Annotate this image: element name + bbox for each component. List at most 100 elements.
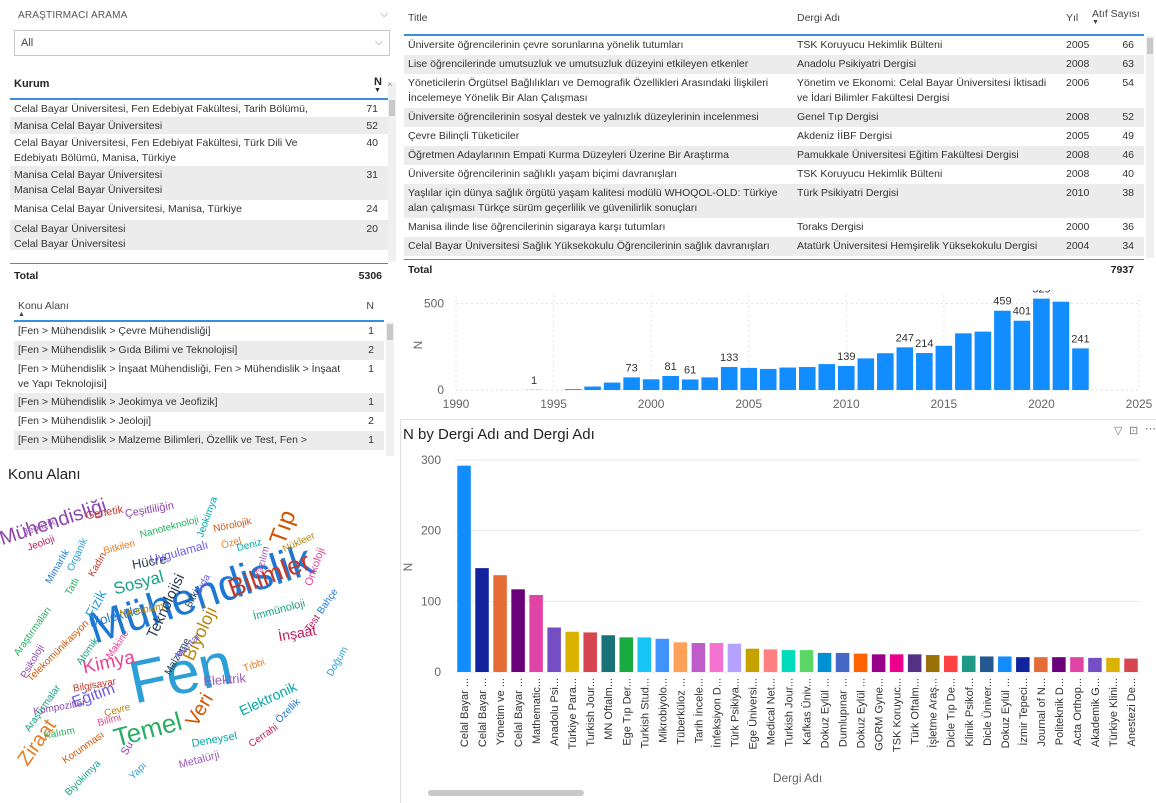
journal-bar[interactable] <box>475 568 489 672</box>
journal-bar[interactable] <box>655 638 670 672</box>
collapse-chevron-icon[interactable]: ⌵ <box>380 8 388 21</box>
journal-bar[interactable] <box>619 637 634 672</box>
konu-row[interactable]: [Fen > Mühendislik > Gıda Bilimi ve Tekn… <box>14 341 384 360</box>
kurum-row[interactable]: Manisa Celal Bayar Üniversitesi Manisa C… <box>10 166 388 200</box>
year-bar[interactable] <box>701 377 718 390</box>
journal-bar[interactable] <box>601 635 615 672</box>
year-bar[interactable] <box>662 376 679 390</box>
year-bar[interactable] <box>642 379 660 390</box>
article-row[interactable]: Üniversite öğrencilerinin çevre sorunlar… <box>404 36 1144 55</box>
researcher-dropdown[interactable]: All ⌵ <box>14 30 390 56</box>
year-bar[interactable] <box>877 353 894 390</box>
year-col-header[interactable]: Yıl <box>1066 12 1078 24</box>
year-bar[interactable] <box>740 367 758 390</box>
journal-bar[interactable] <box>925 655 940 672</box>
wordcloud-word[interactable]: Test <box>303 613 323 635</box>
journal-bar[interactable] <box>1052 657 1066 672</box>
wordcloud-word[interactable]: Yapı <box>127 760 149 782</box>
journal-bar[interactable] <box>907 654 922 672</box>
journal-bar[interactable] <box>889 654 904 672</box>
journal-bar[interactable] <box>529 594 543 672</box>
konu-n-col-header[interactable]: N <box>366 300 374 312</box>
journal-bar[interactable] <box>583 632 597 672</box>
kurum-row[interactable]: Manisa Celal Bayar Üniversitesi, Manisa,… <box>10 200 388 220</box>
cites-col-header[interactable]: Atıf Sayısı ▼ <box>1092 8 1140 26</box>
journal-bar[interactable] <box>709 643 724 672</box>
wordcloud-word[interactable]: Uygulamalı <box>148 538 210 567</box>
wordcloud-word[interactable]: Nörolojik <box>212 516 253 535</box>
journal-bar[interactable] <box>835 652 850 672</box>
article-row[interactable]: Yöneticilerin Örgütsel Bağlılıkları ve D… <box>404 74 1144 108</box>
kurum-row[interactable]: Celal Bayar Üniversitesi, Fen Edebiyat F… <box>10 134 388 166</box>
journal-bar[interactable] <box>799 650 814 672</box>
journal-h-scroll-thumb[interactable] <box>428 790 584 796</box>
journal-bar[interactable] <box>817 652 832 672</box>
year-bar[interactable] <box>916 353 933 390</box>
journal-bar[interactable] <box>547 627 561 672</box>
year-bar[interactable] <box>896 347 914 390</box>
konu-col-header[interactable]: Konu Alanı ▲ <box>18 300 69 318</box>
journal-bar[interactable] <box>493 575 507 672</box>
title-col-header[interactable]: Title <box>408 12 427 24</box>
journal-bar[interactable] <box>1124 658 1138 672</box>
journal-bar[interactable] <box>1088 657 1102 672</box>
article-row[interactable]: Üniversite öğrencilerinin sağlıklı yaşam… <box>404 165 1144 184</box>
year-bar[interactable] <box>994 310 1011 390</box>
kurum-row[interactable]: Manisa Celal Bayar Üniversitesi 52 <box>10 117 388 134</box>
journal-bar[interactable] <box>457 465 471 672</box>
year-bar[interactable] <box>818 364 836 390</box>
article-row[interactable]: Öğretmen Adaylarının Empati Kurma Düzeyl… <box>404 146 1144 165</box>
article-row[interactable]: Yaşlılar için dünya sağlık örgütü yaşam … <box>404 184 1144 218</box>
scroll-up-icon[interactable]: ^ <box>388 82 392 91</box>
wordcloud-word[interactable]: Kadın <box>87 551 110 579</box>
konu-scroll-thumb[interactable] <box>387 324 393 340</box>
wordcloud-word[interactable]: Deneysel <box>191 730 238 750</box>
kurum-row[interactable]: Celal Bayar Üniversitesi Celal Bayar Üni… <box>10 220 388 250</box>
year-bar[interactable] <box>837 365 855 390</box>
year-bar[interactable] <box>798 367 816 390</box>
konu-row[interactable]: [Fen > Mühendislik > Malzeme Bilimleri, … <box>14 431 384 450</box>
journal-bar[interactable] <box>673 642 688 672</box>
year-bar[interactable] <box>681 379 699 390</box>
journal-bar[interactable] <box>637 637 652 672</box>
year-bar[interactable] <box>1052 301 1070 390</box>
kurum-scroll-thumb[interactable] <box>389 100 395 116</box>
year-bar[interactable] <box>974 331 992 390</box>
journal-bar[interactable] <box>691 643 706 672</box>
wordcloud-word[interactable]: Metalürji <box>178 749 221 771</box>
wordcloud-word[interactable]: Cerrahi <box>247 722 280 750</box>
konu-row[interactable]: [Fen > Mühendislik > İnşaat Mühendisliği… <box>14 360 384 393</box>
wordcloud-word[interactable]: Tıbbi <box>242 657 267 675</box>
konu-row[interactable]: [Fen > Mühendislik > Jeoloji] 2 <box>14 412 384 431</box>
year-bar[interactable] <box>1072 348 1089 390</box>
kurum-n-col-header[interactable]: N ▼ <box>374 76 382 94</box>
journal-bar[interactable] <box>943 655 958 672</box>
filter-icon[interactable]: ▽ <box>1114 424 1122 437</box>
year-bar[interactable] <box>955 333 972 390</box>
articles-scrollbar[interactable] <box>1146 36 1154 258</box>
journal-bar[interactable] <box>871 654 886 672</box>
journal-bar[interactable] <box>565 631 579 672</box>
article-row[interactable]: Üniversite öğrencilerinin sosyal destek … <box>404 108 1144 127</box>
journal-bar[interactable] <box>853 653 868 672</box>
journal-bar[interactable] <box>1106 657 1120 672</box>
focus-mode-icon[interactable]: ⊡ <box>1129 424 1138 437</box>
article-row[interactable]: Çevre Bilinçli Tüketiciler Akdeniz İİBF D… <box>404 127 1144 146</box>
wordcloud-word[interactable]: Doğum <box>325 645 351 678</box>
journal-bar[interactable] <box>1016 657 1030 672</box>
year-bar[interactable] <box>623 377 640 390</box>
journal-col-header[interactable]: Dergi Adı <box>797 12 840 24</box>
year-bar[interactable] <box>720 367 738 390</box>
wordcloud-word[interactable]: Elektrik <box>203 670 247 689</box>
year-bar[interactable] <box>1013 320 1031 390</box>
article-row[interactable]: Manisa ilinde lise öğrencilerinin sigara… <box>404 218 1144 237</box>
article-row[interactable]: Celal Bayar Üniversitesi Sağlık Yüksekok… <box>404 237 1144 256</box>
kurum-scrollbar[interactable]: ^ <box>388 82 396 262</box>
journal-bar[interactable] <box>511 589 525 672</box>
year-bar[interactable] <box>564 389 582 390</box>
year-bar[interactable] <box>935 345 953 390</box>
wordcloud-word[interactable]: Tatlı <box>63 576 82 597</box>
wordcloud-word[interactable]: Nanoteknoloji <box>139 514 200 540</box>
year-bar[interactable] <box>857 358 875 390</box>
more-options-icon[interactable]: ⋯ <box>1145 422 1156 435</box>
